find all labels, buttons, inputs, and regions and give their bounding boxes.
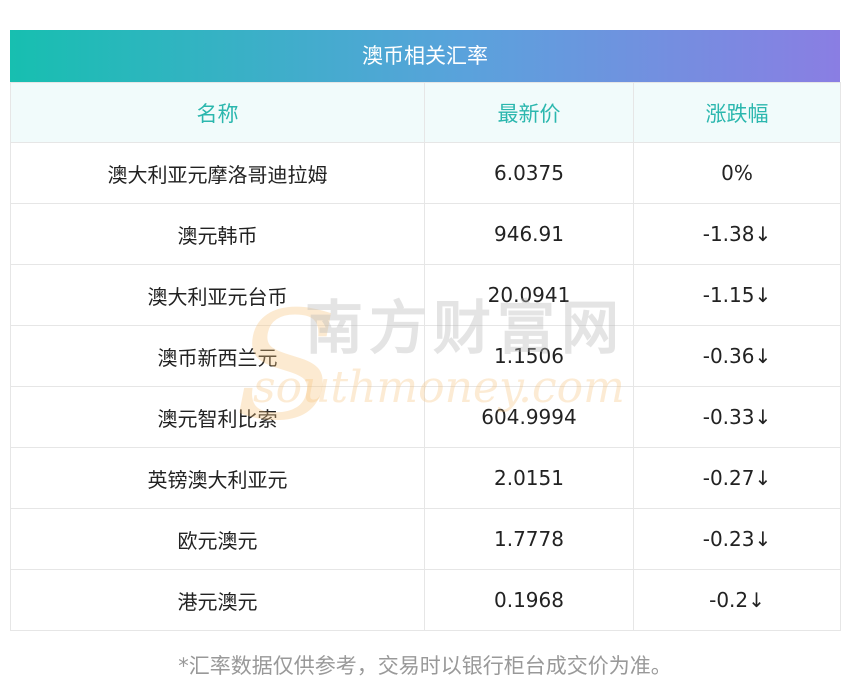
card-title: 澳币相关汇率 [10,30,840,82]
latest-price: 6.0375 [424,142,634,204]
column-header-name: 名称 [10,82,425,143]
change-percent: -0.23↓ [633,508,841,570]
change-percent: -0.33↓ [633,386,841,448]
currency-pair-name: 港元澳元 [10,569,425,631]
column-header-change: 涨跌幅 [633,82,841,143]
change-percent: -0.27↓ [633,447,841,509]
change-percent: -0.2↓ [633,569,841,631]
latest-price: 2.0151 [424,447,634,509]
table-header-row: 名称 最新价 涨跌幅 [10,82,841,143]
currency-pair-name: 澳元韩币 [10,203,425,265]
latest-price: 1.7778 [424,508,634,570]
change-percent: -1.15↓ [633,264,841,326]
latest-price: 604.9994 [424,386,634,448]
rates-table: 名称 最新价 涨跌幅 澳大利亚元摩洛哥迪拉姆 6.0375 0% 澳元韩币 946.91… [10,82,841,631]
table-row: 澳大利亚元台币 20.0941 -1.15↓ [10,264,841,326]
table-row: 欧元澳元 1.7778 -0.23↓ [10,508,841,570]
currency-pair-name: 澳大利亚元台币 [10,264,425,326]
table-row: 澳元韩币 946.91 -1.38↓ [10,203,841,265]
table-row: 澳元智利比索 604.9994 -0.33↓ [10,386,841,448]
latest-price: 1.1506 [424,325,634,387]
latest-price: 20.0941 [424,264,634,326]
table-row: 澳币新西兰元 1.1506 -0.36↓ [10,325,841,387]
table-row: 英镑澳大利亚元 2.0151 -0.27↓ [10,447,841,509]
table-row: 澳大利亚元摩洛哥迪拉姆 6.0375 0% [10,142,841,204]
change-percent: -0.36↓ [633,325,841,387]
currency-pair-name: 澳元智利比索 [10,386,425,448]
table-row: 港元澳元 0.1968 -0.2↓ [10,569,841,631]
currency-pair-name: 欧元澳元 [10,508,425,570]
currency-pair-name: 澳币新西兰元 [10,325,425,387]
table-body: 澳大利亚元摩洛哥迪拉姆 6.0375 0% 澳元韩币 946.91 -1.38↓ 澳大利亚元… [10,142,841,631]
latest-price: 946.91 [424,203,634,265]
currency-pair-name: 澳大利亚元摩洛哥迪拉姆 [10,142,425,204]
change-percent: 0% [633,142,841,204]
disclaimer-footnote: *汇率数据仅供参考，交易时以银行柜台成交价为准。 [178,654,672,678]
rate-card: 澳币相关汇率 名称 最新价 涨跌幅 澳大利亚元摩洛哥迪拉姆 6.0375 0% 澳元韩… [10,30,841,631]
column-header-price: 最新价 [424,82,634,143]
latest-price: 0.1968 [424,569,634,631]
currency-pair-name: 英镑澳大利亚元 [10,447,425,509]
change-percent: -1.38↓ [633,203,841,265]
